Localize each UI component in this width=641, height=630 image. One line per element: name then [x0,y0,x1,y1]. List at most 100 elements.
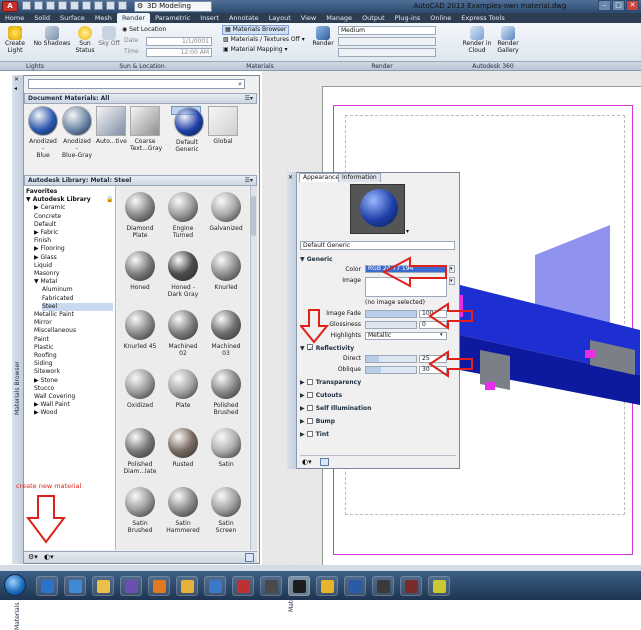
tab-information[interactable]: Information [338,173,381,182]
tree-item-liquid[interactable]: Liquid [34,262,113,270]
library-material-item[interactable]: Honed [119,251,161,291]
workspace-dropdown[interactable]: ⚙ 3D Modeling [134,1,212,12]
library-material-item[interactable]: Satin Brushed [119,487,161,534]
quick-access-dropdown-icon[interactable] [118,1,127,10]
editor-close-icon[interactable]: ✕ [288,174,293,181]
photo-icon[interactable] [316,576,338,596]
start-button[interactable] [4,574,26,596]
tree-item-finish[interactable]: Finish [34,237,113,245]
application-menu-button[interactable]: A [2,1,18,12]
tree-item-miscellaneous[interactable]: Miscellaneous [34,327,113,335]
tree-item-sitework[interactable]: Sitework [34,368,113,376]
save-icon[interactable] [46,1,55,10]
editor-create-material-icon[interactable]: ◐▾ [302,458,312,466]
glossiness-slider[interactable] [365,321,417,329]
tree-item-concrete[interactable]: Concrete [34,213,113,221]
materials-editor-titlebar[interactable]: ✕ Materials Editor [287,172,297,612]
close-icon[interactable]: ✕ [14,77,21,84]
library-material-item[interactable]: Satin Screen [205,487,247,534]
library-material-item[interactable]: Satin [205,428,247,468]
app-icon[interactable] [260,576,282,596]
create-material-icon[interactable]: ◐▾ [44,553,54,561]
library-material-item[interactable]: Plate [162,369,204,409]
panel-label-lights[interactable]: Lights [0,62,70,71]
tree-item-autodesk-library[interactable]: ▼ Autodesk Library [26,196,113,204]
tab-parametric[interactable]: Parametric [150,13,195,23]
library-material-item[interactable]: Polished Brushed [205,369,247,416]
library-material-item[interactable]: Machined 03 [205,310,247,357]
view-options-icon[interactable]: ☰▾ [245,94,253,104]
app4-icon[interactable] [400,576,422,596]
tab-annotate[interactable]: Annotate [224,13,264,23]
library-material-item[interactable]: Diamond Plate [119,192,161,239]
app5-icon[interactable] [428,576,450,596]
plot-icon[interactable] [70,1,79,10]
library-material-item[interactable]: Knurled [205,251,247,291]
highlights-select[interactable]: Metallic [365,332,447,340]
ie-icon[interactable] [64,576,86,596]
no-shadows-button[interactable]: No Shadows [32,26,72,47]
tab-home[interactable]: Home [0,13,29,23]
tree-item-masonry[interactable]: Masonry [34,270,113,278]
tab-manage[interactable]: Manage [321,13,357,23]
group-tint[interactable]: ▶ Tint [300,430,457,439]
panel-label-materials[interactable]: Materials [215,62,305,71]
group-cutouts[interactable]: ▶ Cutouts [300,391,457,400]
tree-item-plastic[interactable]: Plastic [34,344,113,352]
group-checkbox[interactable] [306,418,313,424]
library-material-item[interactable]: Rusted [162,428,204,468]
new-icon[interactable] [22,1,31,10]
manage-library-icon[interactable]: ⚙▾ [28,553,38,561]
media-player-icon[interactable] [148,576,170,596]
library-material-item[interactable]: Satin Hammered [162,487,204,534]
materials-editor-toggle-icon[interactable] [245,553,254,562]
autohide-icon[interactable]: ◂ [14,86,21,93]
material-mapping-button[interactable]: ▣ Material Mapping ▾ [223,46,288,54]
library-material-item[interactable]: Galvanized [205,192,247,232]
library-material-item[interactable]: Oxidized [119,369,161,409]
tree-item-roofing[interactable]: Roofing [34,352,113,360]
tree-item-favorites[interactable]: Favorites [26,188,113,196]
library-scrollbar[interactable] [250,186,257,550]
create-light-button[interactable]: Create Light [4,26,26,54]
app3-icon[interactable] [372,576,394,596]
render-output-select[interactable] [338,37,436,46]
tree-item-fabric[interactable]: ▶ Fabric [34,229,113,237]
image-fade-slider[interactable] [365,310,417,318]
tree-item-wood[interactable]: ▶ Wood [34,409,113,417]
material-search-input[interactable]: ⌕ [28,79,245,89]
library-view-options-icon[interactable]: ☰▾ [245,176,253,186]
tree-item-ceramic[interactable]: ▶ Ceramic [34,204,113,212]
library-material-item[interactable]: Knurled 45 [119,310,161,350]
sun-status-button[interactable]: Sun Status [75,26,95,54]
direct-slider[interactable] [365,355,417,363]
group-bump[interactable]: ▶ Bump [300,417,457,426]
render-preset-select[interactable]: Medium [338,26,436,35]
materials-browser-button[interactable]: ▦ Materials Browser [222,25,290,35]
library-header[interactable]: Autodesk Library: Metal: Steel ☰▾ [24,175,257,186]
group-checkbox[interactable] [306,405,313,411]
library-material-item[interactable]: Machined 02 [162,310,204,357]
materials-textures-button[interactable]: ▨ Materials / Textures Off ▾ [223,36,305,44]
layers-icon[interactable] [106,1,115,10]
tab-plug-ins[interactable]: Plug-ins [390,13,426,23]
tab-insert[interactable]: Insert [195,13,224,23]
library-scrollbar-thumb[interactable] [251,196,256,236]
tree-item-wall-covering[interactable]: Wall Covering [34,393,113,401]
tab-online[interactable]: Online [425,13,456,23]
preview-options-icon[interactable]: ▾ [406,228,409,235]
tab-view[interactable]: View [296,13,321,23]
render-in-cloud-button[interactable]: Render in Cloud [462,26,492,54]
group-checkbox[interactable] [306,392,313,398]
open-icon[interactable] [34,1,43,10]
tab-render[interactable]: Render [116,13,151,23]
autocad-taskbar-icon[interactable] [288,576,310,596]
tree-item-wall-paint[interactable]: ▶ Wall Paint [34,401,113,409]
panel-label-render[interactable]: Render [307,62,457,71]
tree-item-steel[interactable]: Steel [42,302,113,311]
tab-appearance[interactable]: Appearance [299,173,344,182]
app2-icon[interactable] [344,576,366,596]
undo-icon[interactable] [82,1,91,10]
render-button[interactable]: Render [310,26,336,47]
tree-item-paint[interactable]: Paint [34,336,113,344]
